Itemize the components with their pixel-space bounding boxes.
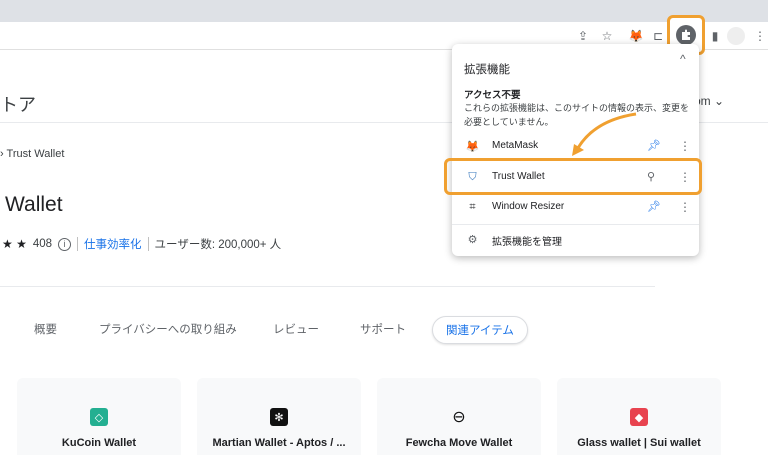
window-resizer-icon: ⌗ <box>469 201 476 213</box>
detail-tabs: 概要 プライバシーへの取り組み レビュー サポート 関連アイテム <box>0 316 768 344</box>
related-card-name: Martian Wallet - Aptos / ... <box>212 437 346 449</box>
rating-row: ★ ★ 408 i 仕事効率化 ユーザー数: 200,000+ 人 <box>2 236 281 252</box>
martian-logo-icon: ✻ <box>270 408 288 426</box>
tab-related[interactable]: 関連アイテム <box>432 316 528 344</box>
more-options-icon[interactable]: ⋮ <box>679 200 691 214</box>
browser-menu-icon[interactable]: ⋮ <box>752 28 768 44</box>
store-title: トア <box>0 95 36 115</box>
gear-icon: ⚙ <box>467 234 478 246</box>
popup-title: 拡張機能 <box>464 64 510 76</box>
close-icon[interactable]: ^ <box>680 52 686 66</box>
metamask-icon[interactable]: 🦊 <box>628 28 644 44</box>
info-icon[interactable]: i <box>58 237 72 251</box>
related-card-martian[interactable]: ✻ Martian Wallet - Aptos / ... <box>197 378 361 455</box>
fewcha-logo-icon: ⊖ <box>450 408 468 426</box>
profile-avatar[interactable] <box>727 27 745 45</box>
section-title: アクセス不要 <box>464 90 521 101</box>
breadcrumb[interactable]: › Trust Wallet <box>0 148 64 160</box>
annotation-arrow <box>572 112 637 156</box>
glass-logo-icon: ◆ <box>630 408 648 426</box>
star-icon[interactable]: ☆ <box>599 28 615 44</box>
manage-extensions-row[interactable]: ⚙ 拡張機能を管理 <box>452 225 699 253</box>
rating-count[interactable]: 408 <box>33 238 52 250</box>
pin-icon[interactable]: 📌︎ <box>647 139 661 152</box>
related-card-glass[interactable]: ◆ Glass wallet | Sui wallet <box>557 378 721 455</box>
metamask-fox-icon: 🦊 <box>465 141 480 153</box>
user-count: ユーザー数: 200,000+ 人 <box>154 239 282 251</box>
category-link[interactable]: 仕事効率化 <box>84 236 142 252</box>
extension-title: Wallet <box>5 193 63 216</box>
pin-icon[interactable]: 📌︎ <box>647 200 661 213</box>
divider <box>0 286 655 287</box>
share-icon[interactable]: ⇪ <box>575 28 591 44</box>
separator <box>77 237 79 251</box>
sidebar-icon[interactable]: ⊏ <box>650 28 666 44</box>
trust-wallet-highlight <box>444 158 702 195</box>
tab-overview[interactable]: 概要 <box>34 321 57 337</box>
tab-reviews[interactable]: レビュー <box>273 321 319 337</box>
separator <box>147 237 149 251</box>
extension-row-window-resizer[interactable]: ⌗ Window Resizer 📌︎ ⋮ <box>452 193 699 221</box>
related-card-kucoin[interactable]: ◇ KuCoin Wallet <box>17 378 181 455</box>
tab-privacy[interactable]: プライバシーへの取り組み <box>99 321 237 337</box>
related-card-name: KuCoin Wallet <box>61 437 137 449</box>
reading-list-icon[interactable]: ▮ <box>707 28 723 44</box>
puzzle-icon <box>676 25 696 45</box>
more-options-icon[interactable]: ⋮ <box>679 139 691 153</box>
related-card-name: Glass wallet | Sui wallet <box>577 437 701 449</box>
related-card-fewcha[interactable]: ⊖ Fewcha Move Wallet <box>377 378 541 455</box>
extension-label: MetaMask <box>492 140 539 151</box>
tab-support[interactable]: サポート <box>360 321 406 337</box>
rating-stars: ★ ★ <box>2 237 27 251</box>
browser-tab-strip <box>0 0 768 22</box>
kucoin-logo-icon: ◇ <box>90 408 108 426</box>
extension-label: Window Resizer <box>492 201 565 212</box>
manage-extensions-label: 拡張機能を管理 <box>492 237 562 248</box>
related-card-name: Fewcha Move Wallet <box>405 437 513 449</box>
